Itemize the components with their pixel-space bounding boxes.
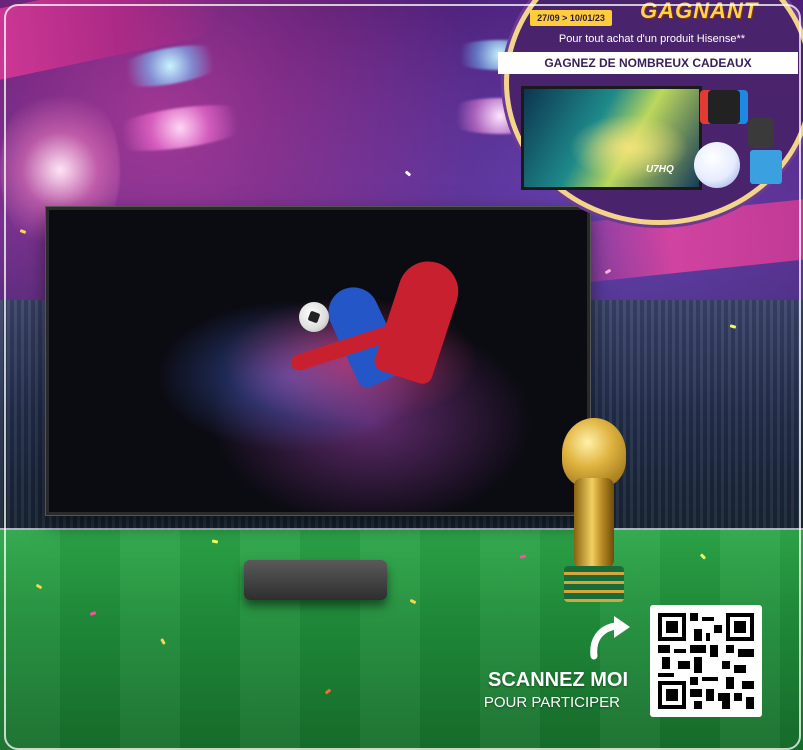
speaker-icon [748, 118, 774, 148]
trophy-base [564, 566, 624, 602]
curved-arrow-icon [586, 614, 632, 660]
football-icon [299, 302, 329, 332]
trophy-stem [574, 478, 614, 568]
cta-title: SCANNEZ MOI [488, 669, 628, 691]
promo-gifts-banner: GAGNEZ DE NOMBREUX CADEAUX [498, 52, 798, 74]
ad-banner: GAGNANT 27/09 > 10/01/23 Pour tout achat… [0, 0, 803, 750]
laser-tv-screen [46, 207, 590, 515]
cta-subtitle: POUR PARTICIPER [483, 694, 620, 711]
confetti-piece [404, 170, 412, 177]
laser-projector-unit [244, 560, 387, 600]
promo-tv-model-label: U7HQ [646, 164, 674, 175]
gift-box-icon [750, 150, 782, 184]
game-console-icon [700, 90, 748, 124]
promo-headline: GAGNANT [640, 0, 759, 23]
trophy-icon [556, 418, 632, 606]
promo-purchase-line: Pour tout achat d'un produit Hisense** [558, 33, 746, 45]
promo-date-range: 27/09 > 10/01/23 [530, 10, 612, 26]
tv-screen-image [49, 210, 587, 512]
promo-football-icon [694, 142, 740, 188]
player-red-silhouette [371, 253, 467, 387]
stadium-floodlight [97, 97, 263, 159]
qr-code-icon[interactable] [650, 605, 762, 717]
